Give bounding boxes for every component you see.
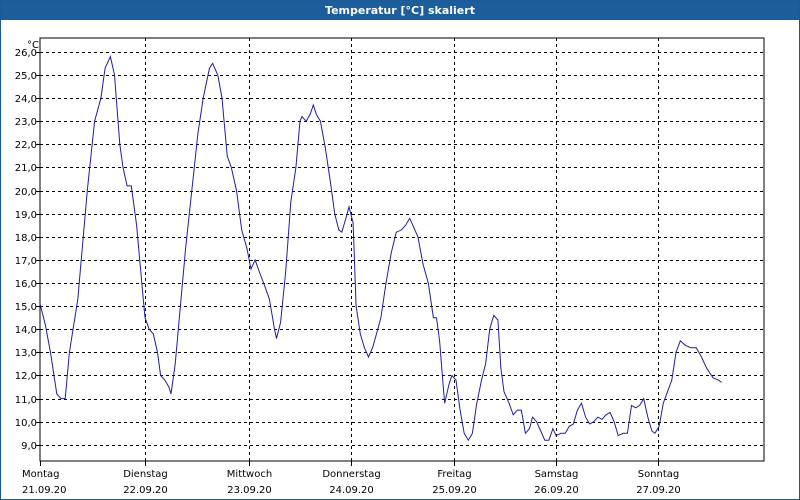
x-tick-date-label: 22.09.20	[123, 485, 168, 496]
x-tick-day-label: Dienstag	[123, 469, 168, 480]
y-tick-label: 22,0	[15, 140, 37, 151]
x-tick-date-label: 23.09.20	[227, 485, 272, 496]
y-axis-unit-label: °C	[27, 40, 39, 51]
y-tick-label: 25,0	[15, 71, 37, 82]
y-tick-label: 12,0	[15, 371, 37, 382]
y-tick-label: 13,0	[15, 348, 37, 359]
y-tick-label: 19,0	[15, 210, 37, 221]
x-tick-date-label: 27.09.20	[636, 485, 681, 496]
x-tick-date-label: 26.09.20	[534, 485, 579, 496]
y-tick-label: 10,0	[15, 418, 37, 429]
x-tick-date-label: 25.09.20	[432, 485, 477, 496]
plot-area	[39, 37, 765, 462]
x-tick-day-label: Freitag	[437, 469, 471, 480]
x-tick-day-label: Donnerstag	[322, 469, 380, 480]
y-tick-label: 24,0	[15, 94, 37, 105]
y-tick-label: 21,0	[15, 163, 37, 174]
x-tick-day-label: Samstag	[535, 469, 579, 480]
y-tick-label: 18,0	[15, 233, 37, 244]
y-tick-label: 17,0	[15, 256, 37, 267]
y-tick-label: 9,0	[21, 441, 37, 452]
x-tick-day-label: Montag	[22, 469, 59, 480]
x-tick-day-label: Sonntag	[638, 469, 680, 480]
chart-window: Temperatur [°C] skaliert 9,0 10,0 11,0 12,0…	[0, 0, 800, 500]
y-tick-label: 15,0	[15, 302, 37, 313]
y-tick-label: 23,0	[15, 117, 37, 128]
y-tick-label: 16,0	[15, 279, 37, 290]
y-tick-label: 14,0	[15, 325, 37, 336]
temperature-chart: 9,0 10,0 11,0 12,0 13,0 14,0 15,0 16,0 17,0 18,0 1…	[15, 37, 765, 496]
x-tick-date-label: 24.09.20	[329, 485, 374, 496]
x-tick-date-label: 21.09.20	[22, 485, 67, 496]
x-tick-day-label: Mittwoch	[227, 469, 272, 480]
y-tick-label: 11,0	[15, 395, 37, 406]
y-tick-label: 20,0	[15, 187, 37, 198]
